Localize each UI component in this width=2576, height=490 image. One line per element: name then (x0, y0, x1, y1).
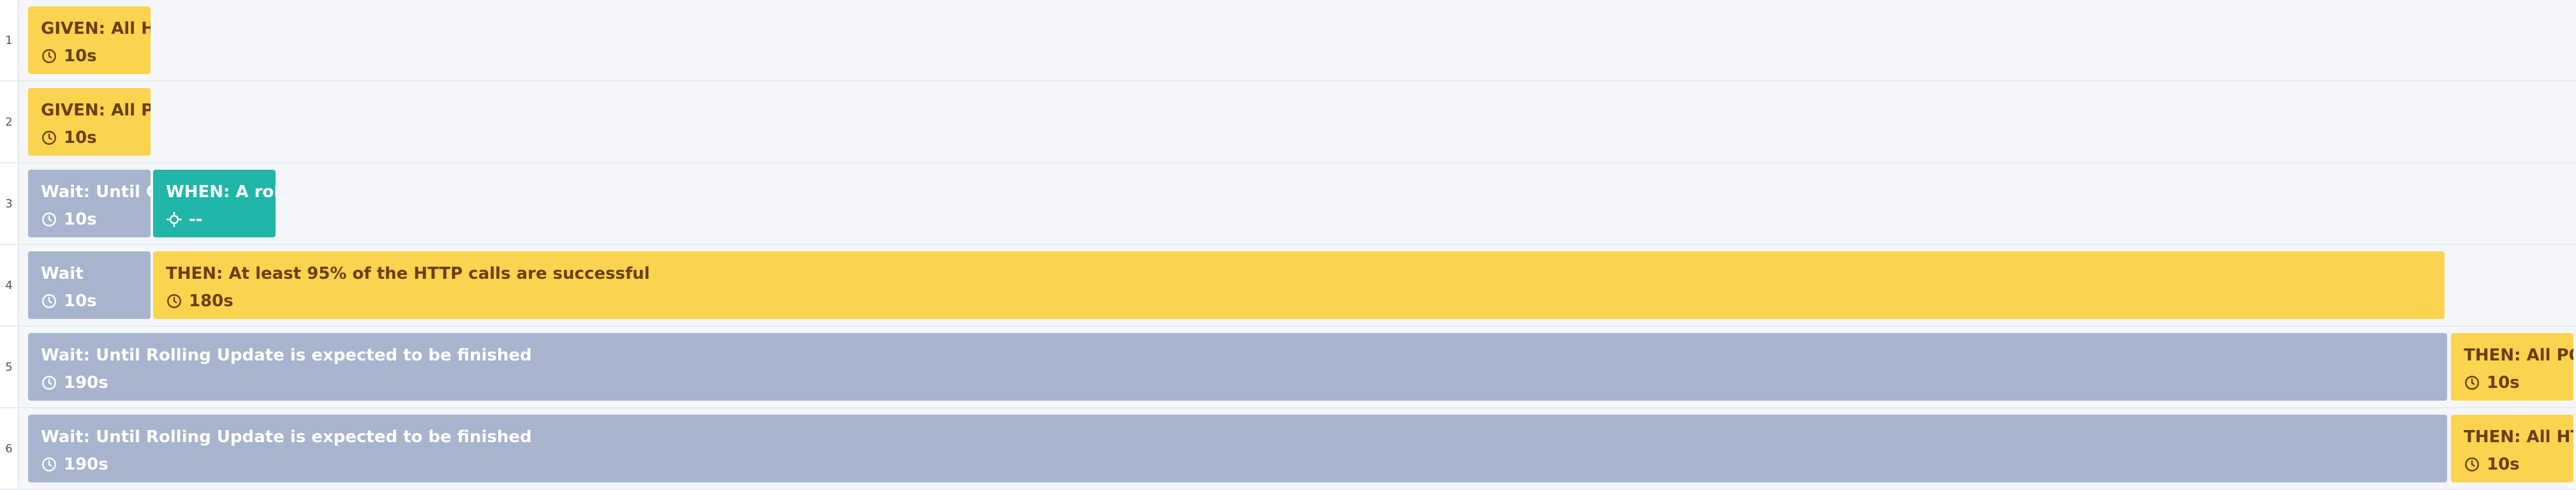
step-duration-value: 10s (64, 292, 97, 311)
step-duration-value: 190s (64, 455, 108, 474)
step-title: WHEN: A rolling update is triggered (166, 182, 276, 202)
step-title: THEN: At least 95% of the HTTP calls are… (166, 264, 650, 283)
clock-icon (41, 211, 57, 228)
step-title: GIVEN: All HTTP calls are successful (41, 19, 151, 38)
given-step-block[interactable]: GIVEN: All HTTP calls are successful 10s (28, 6, 151, 74)
lane-number: 4 (0, 245, 19, 325)
step-duration: 190s (41, 454, 2447, 475)
step-title: THEN: All PODs are ready (2464, 346, 2573, 365)
step-duration-value: 10s (64, 128, 97, 147)
then-step-block[interactable]: THEN: All HTTP calls are successful 10s (2451, 415, 2573, 482)
step-duration: 10s (2464, 373, 2573, 393)
step-title: Wait: Until Rolling Update is expected t… (41, 346, 532, 365)
clock-icon (166, 293, 182, 309)
step-duration-value: 190s (64, 373, 108, 392)
timeline-lane: 5 Wait: Until Rolling Update is expected … (0, 327, 2576, 408)
step-duration-value: -- (189, 210, 203, 229)
step-duration: 10s (41, 291, 151, 311)
wait-step-block[interactable]: Wait: Until Rolling Update is expected t… (28, 333, 2447, 401)
lane-number: 1 (0, 0, 19, 80)
clock-icon (41, 293, 57, 309)
timeline-lane: 4 Wait 10s THEN: At least 95% of the HTTP c… (0, 245, 2576, 327)
given-step-block[interactable]: GIVEN: All PODs are ready 10s (28, 88, 151, 156)
timeline-lane: 3 Wait: Until GIVEN is fulfilled 10s WHEN: … (0, 163, 2576, 245)
wait-step-block[interactable]: Wait: Until Rolling Update is expected t… (28, 415, 2447, 482)
step-duration-value: 10s (2487, 373, 2520, 392)
timeline-lane: 1 GIVEN: All HTTP calls are successful 10s (0, 0, 2576, 82)
step-duration: 180s (166, 291, 2445, 311)
crosshair-icon (166, 211, 182, 228)
clock-icon (2464, 456, 2480, 473)
step-duration-value: 10s (64, 47, 97, 66)
step-title: THEN: All HTTP calls are successful (2464, 427, 2573, 447)
lane-number: 2 (0, 82, 19, 162)
step-duration: 10s (2464, 454, 2573, 475)
timeline-lane: 6 Wait: Until Rolling Update is expected … (0, 408, 2576, 490)
when-step-block[interactable]: WHEN: A rolling update is triggered -- (153, 170, 276, 237)
lane-number: 3 (0, 163, 19, 244)
clock-icon (41, 48, 57, 64)
lane-number: 6 (0, 408, 19, 489)
timeline-lane: 2 GIVEN: All PODs are ready 10s (0, 82, 2576, 163)
clock-icon (41, 375, 57, 391)
wait-step-block[interactable]: Wait 10s (28, 251, 151, 319)
step-duration: 10s (41, 128, 151, 148)
step-duration: 190s (41, 373, 2447, 393)
wait-step-block[interactable]: Wait: Until GIVEN is fulfilled 10s (28, 170, 151, 237)
then-step-block[interactable]: THEN: At least 95% of the HTTP calls are… (153, 251, 2445, 319)
lane-number: 5 (0, 327, 19, 407)
step-title: GIVEN: All PODs are ready (41, 101, 151, 120)
step-duration-value: 10s (64, 210, 97, 229)
step-title: Wait (41, 264, 84, 283)
experiment-timeline: 1 GIVEN: All HTTP calls are successful 10s… (0, 0, 2576, 490)
step-title: Wait: Until Rolling Update is expected t… (41, 427, 532, 447)
step-duration: -- (166, 209, 276, 230)
step-duration-value: 180s (189, 292, 233, 311)
clock-icon (2464, 375, 2480, 391)
step-duration: 10s (41, 46, 151, 66)
clock-icon (41, 130, 57, 146)
step-duration-value: 10s (2487, 455, 2520, 474)
clock-icon (41, 456, 57, 473)
step-duration: 10s (41, 209, 151, 230)
step-title: Wait: Until GIVEN is fulfilled (41, 182, 151, 202)
then-step-block[interactable]: THEN: All PODs are ready 10s (2451, 333, 2573, 401)
